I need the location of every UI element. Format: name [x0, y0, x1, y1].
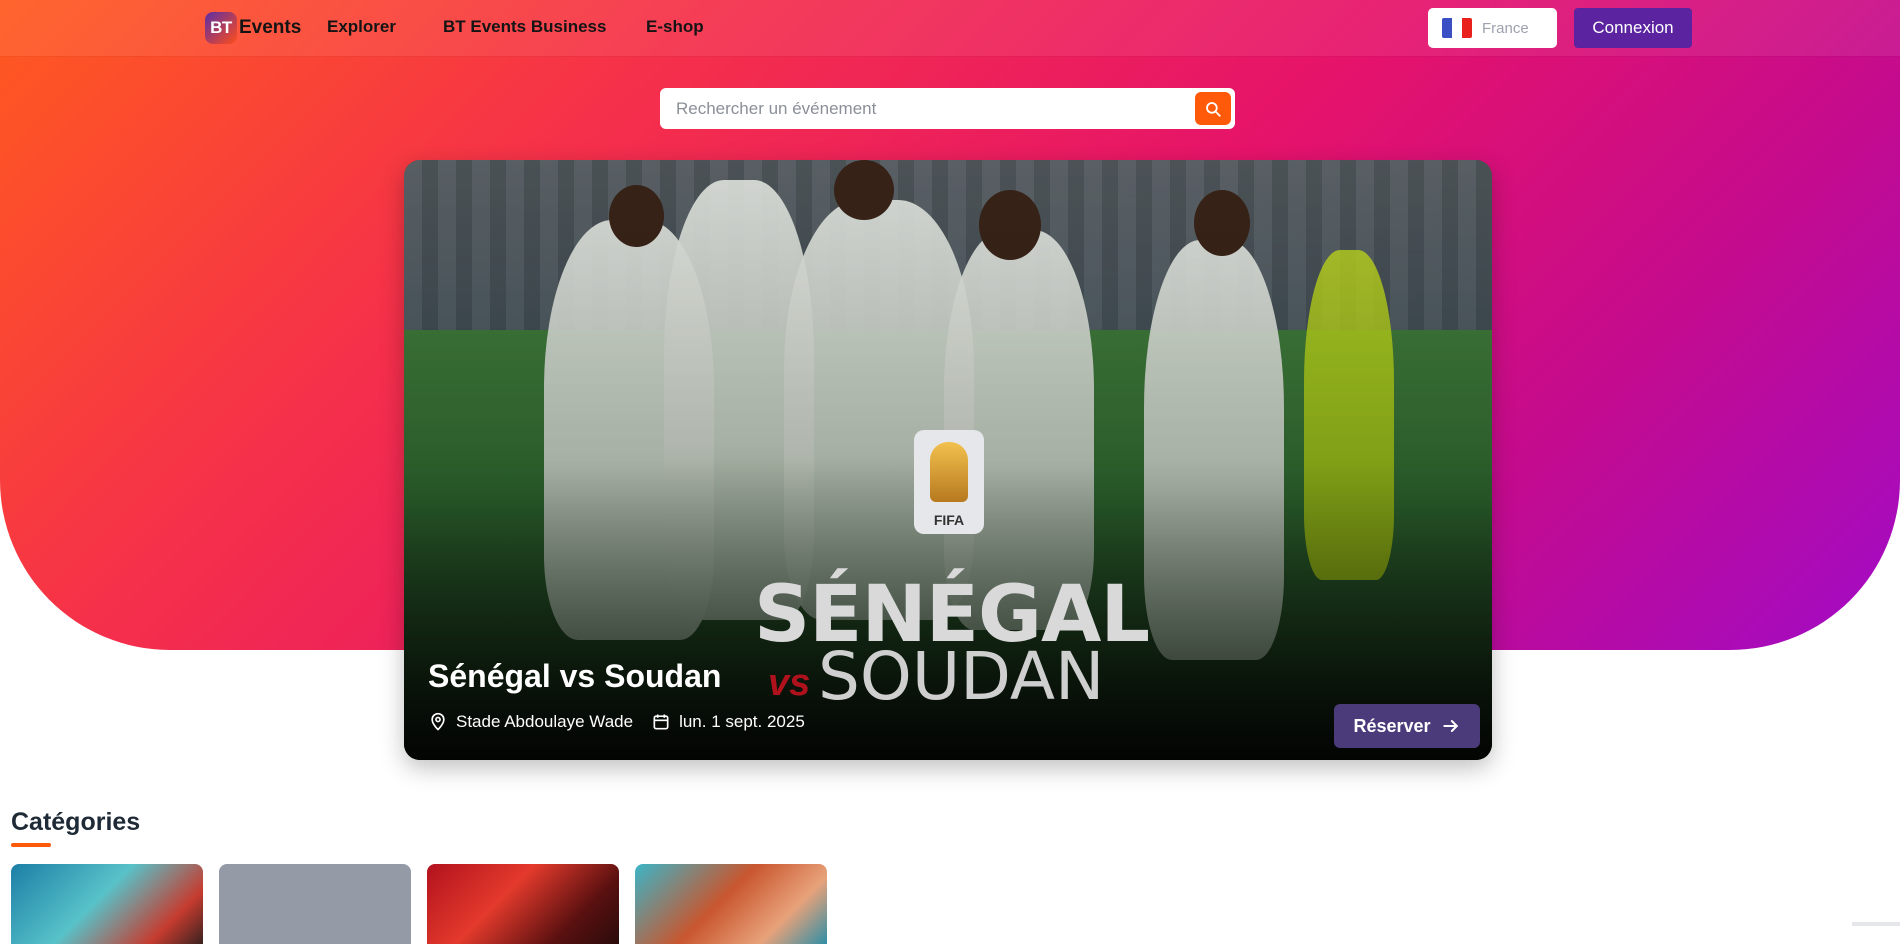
category-card-sports[interactable] [11, 864, 203, 944]
language-label: France [1482, 19, 1529, 37]
category-card-placeholder[interactable] [219, 864, 411, 944]
france-flag-icon [1442, 18, 1472, 38]
featured-event-card[interactable]: FIFA SÉNÉGAL vs SOUDAN Sénégal vs Soudan… [404, 160, 1492, 760]
search-icon [1206, 101, 1221, 117]
scroll-corner [1852, 922, 1900, 926]
nav-explorer[interactable]: Explorer [327, 17, 396, 37]
date-label: lun. 1 sept. 2025 [679, 712, 805, 731]
poster-vs: vs [768, 662, 811, 704]
logo-badge: BT [205, 12, 237, 44]
nav-bt-events-business[interactable]: BT Events Business [443, 17, 606, 37]
event-venue: Stade Abdoulaye Wade [428, 712, 633, 732]
trophy-icon [930, 442, 968, 502]
reserve-label: Réserver [1353, 715, 1431, 736]
language-select[interactable]: France [1428, 8, 1557, 48]
event-meta: Stade Abdoulaye Wade lun. 1 sept. 2025 [428, 712, 823, 732]
login-button[interactable]: Connexion [1574, 8, 1692, 48]
event-title: Sénégal vs Soudan [428, 658, 722, 694]
category-card-concerts[interactable] [427, 864, 619, 944]
event-date: lun. 1 sept. 2025 [651, 712, 805, 732]
calendar-icon [653, 714, 669, 730]
search-input[interactable] [660, 87, 1195, 130]
venue-label: Stade Abdoulaye Wade [456, 712, 634, 731]
categories-heading: Catégories [11, 808, 141, 836]
location-pin-icon [431, 712, 445, 731]
categories-underline [11, 843, 51, 847]
poster-team2: SOUDAN [818, 638, 1105, 715]
nav-eshop[interactable]: E-shop [646, 17, 704, 37]
top-navbar: BT Events Explorer BT Events Business E-… [0, 0, 1900, 56]
brand-logo[interactable]: BT Events [205, 12, 301, 44]
search-bar [660, 87, 1235, 130]
logo-text: Events [239, 17, 302, 38]
search-button[interactable] [1195, 92, 1231, 125]
arrow-right-icon [1442, 720, 1458, 732]
category-card-culture[interactable] [635, 864, 827, 944]
reserve-button[interactable]: Réserver [1334, 704, 1480, 748]
emblem-label: FIFA [933, 512, 965, 528]
